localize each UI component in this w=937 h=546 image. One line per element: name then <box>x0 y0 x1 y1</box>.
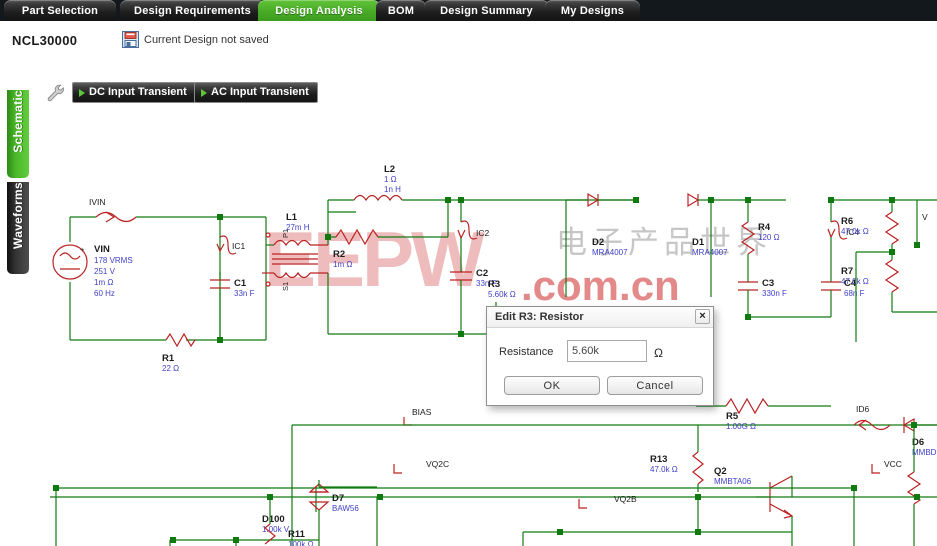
net-label-vq2b: VQ2B <box>614 494 637 504</box>
component-label-r7: R7 <box>841 266 853 277</box>
dialog-title: Edit R3: Resistor <box>495 311 584 323</box>
l2-value-2: 1n H <box>384 185 401 194</box>
d7-value: BAW56 <box>332 504 359 513</box>
wrench-icon[interactable] <box>46 83 66 103</box>
r13-value: 47.0k Ω <box>650 465 678 474</box>
l1-value: 27m H <box>286 223 310 232</box>
r4-value: 120 Ω <box>758 233 780 242</box>
d6-value: MMBD914 <box>912 448 937 457</box>
component-label-l2: L2 <box>384 164 395 175</box>
ok-button[interactable]: OK <box>504 376 600 395</box>
component-label-r6: R6 <box>841 216 853 227</box>
ac-input-transient-button[interactable]: AC Input Transient <box>194 82 318 103</box>
component-label-l1: L1 <box>286 212 298 223</box>
r11-value: 100k Ω <box>288 540 314 546</box>
ohm-unit-label: Ω <box>654 346 663 360</box>
component-label-r11: R11 <box>288 529 306 540</box>
sidebar-item-schematic[interactable]: Schematic <box>7 90 29 178</box>
close-icon[interactable]: × <box>695 309 710 324</box>
sidebar-item-waveforms[interactable]: Waveforms <box>7 182 29 274</box>
c4-value: 68n F <box>844 289 865 298</box>
net-label-vcc: VCC <box>884 459 902 469</box>
dc-input-transient-button[interactable]: DC Input Transient <box>72 82 196 103</box>
vin-value-4: 60 Hz <box>94 289 115 298</box>
tab-my-designs[interactable]: My Designs <box>545 0 640 23</box>
vin-value-3: 1m Ω <box>94 278 113 287</box>
main-tabbar: Part Selection Design Requirements Desig… <box>0 0 937 23</box>
component-label-d1: D1 <box>692 237 705 248</box>
component-label-d100: D100 <box>262 514 285 525</box>
dialog-titlebar: Edit R3: Resistor × <box>487 307 713 328</box>
resistance-input[interactable] <box>567 340 647 362</box>
component-label-r2: R2 <box>333 249 345 260</box>
net-label-v: V <box>922 212 928 222</box>
component-label-r13: R13 <box>650 454 667 465</box>
component-label-r3: R3 <box>488 279 500 290</box>
component-label-r1: R1 <box>162 353 175 364</box>
component-label-q2: Q2 <box>714 466 727 477</box>
tab-part-selection[interactable]: Part Selection <box>4 0 116 23</box>
component-label-d2: D2 <box>592 237 604 248</box>
tab-design-summary[interactable]: Design Summary <box>424 0 549 23</box>
r1-value: 22 Ω <box>162 364 179 373</box>
d2-value: MRA4007 <box>592 248 628 257</box>
sidebar-item-waveforms-label: Waveforms <box>11 182 25 249</box>
component-label-c1: C1 <box>234 278 247 289</box>
component-label-c2: C2 <box>476 268 488 279</box>
l2-value-1: 1 Ω <box>384 175 397 184</box>
tab-design-analysis[interactable]: Design Analysis <box>258 0 380 23</box>
component-label-c3: C3 <box>762 278 774 289</box>
page-title: NCL30000 <box>12 33 78 48</box>
vin-value-2: 251 V <box>94 267 116 276</box>
sidebar-item-schematic-label: Schematic <box>11 90 25 153</box>
cancel-button[interactable]: Cancel <box>607 376 703 395</box>
component-label-d7: D7 <box>332 493 344 504</box>
vin-value-1: 178 VRMS <box>94 256 133 265</box>
component-label-r5: R5 <box>726 411 739 422</box>
d1-value: MRA4007 <box>692 248 728 257</box>
net-label-ic1: IC1 <box>232 241 246 251</box>
component-label-vin: VIN <box>94 244 110 255</box>
r3-value: 5.60k Ω <box>488 290 516 299</box>
tab-bom[interactable]: BOM <box>376 0 426 23</box>
tab-design-requirements[interactable]: Design Requirements <box>120 0 265 23</box>
schematic-canvas[interactable]: EEPW 电子产品世界 .com.cn IVIN + VIN 178 VRMS … <box>36 112 937 546</box>
floppy-disk-icon[interactable] <box>122 31 139 48</box>
save-status-text: Current Design not saved <box>144 34 269 46</box>
r2-value: 1m Ω <box>333 260 352 269</box>
r6-value: 47.0k Ω <box>841 227 869 236</box>
net-label-ic2: IC2 <box>476 228 490 238</box>
net-label-bias: BIAS <box>412 407 432 417</box>
q2-value: MMBTA06 <box>714 477 752 486</box>
c3-value: 330n F <box>762 289 787 298</box>
design-header: NCL30000 Current Design not saved <box>0 23 937 61</box>
r7-value: 47.0k Ω <box>841 277 869 286</box>
edit-resistor-dialog[interactable]: Edit R3: Resistor × Resistance Ω OK Canc… <box>486 306 714 406</box>
r5-value: 1.00G Ω <box>726 422 756 431</box>
vin-polarity-plus: + <box>80 245 85 254</box>
net-label-id6: ID6 <box>856 404 870 414</box>
c1-value: 33n F <box>234 289 255 298</box>
dialog-body: Resistance Ω OK Cancel <box>487 328 713 407</box>
net-label-vq2c: VQ2C <box>426 459 449 469</box>
transformer-secondary-label: S1 <box>281 282 290 291</box>
net-label-ivin: IVIN <box>89 197 106 207</box>
resistance-label: Resistance <box>499 346 554 358</box>
component-label-r4: R4 <box>758 222 771 233</box>
